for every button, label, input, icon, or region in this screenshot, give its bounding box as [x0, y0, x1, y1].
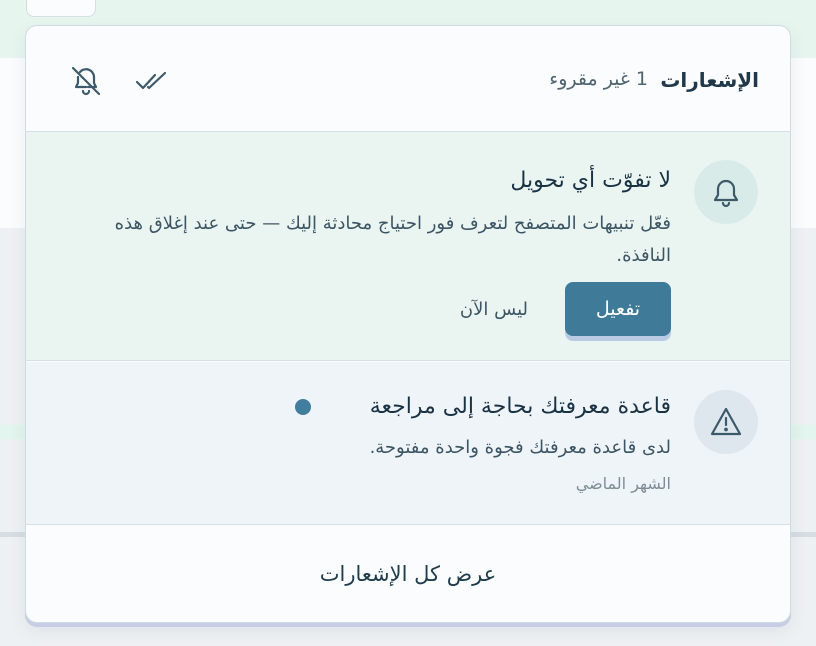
background-tab [26, 0, 96, 17]
double-check-icon [135, 71, 167, 90]
popover-title: الإشعارات [660, 68, 759, 92]
notification-body: لدى قاعدة معرفتك فجوة واحدة مفتوحة. [369, 437, 671, 458]
not-now-button[interactable]: ليس الآن [460, 282, 528, 336]
prompt-description: فعّل تنبيهات المتصفح لتعرف فور احتياج مح… [114, 213, 671, 266]
notification-time: الشهر الماضي [575, 474, 671, 493]
notification-title: قاعدة معرفتك بحاجة إلى مراجعة [369, 394, 671, 419]
view-all-notifications-link[interactable]: عرض كل الإشعارات [26, 526, 790, 622]
bell-off-icon [71, 66, 101, 96]
browser-alerts-prompt: لا تفوّت أي تحويل فعّل تنبيهات المتصفح ل… [26, 132, 790, 361]
prompt-title: لا تفوّت أي تحويل [510, 168, 671, 193]
prompt-avatar [694, 160, 758, 224]
notification-avatar [694, 390, 758, 454]
bell-icon [713, 179, 739, 208]
unread-indicator-dot [295, 399, 311, 415]
notifications-popover: الإشعارات 1 غير مقروء لا تفوّت أي تحويل … [25, 25, 791, 623]
mark-all-read-button[interactable] [130, 59, 174, 103]
mute-notifications-button[interactable] [64, 59, 108, 103]
popover-header: الإشعارات 1 غير مقروء [26, 26, 790, 132]
enable-alerts-button[interactable]: تفعيل [565, 282, 671, 336]
unread-count: 1 غير مقروء [549, 68, 648, 90]
warning-triangle-icon [710, 407, 742, 436]
notification-item[interactable]: قاعدة معرفتك بحاجة إلى مراجعة لدى قاعدة … [26, 362, 790, 525]
